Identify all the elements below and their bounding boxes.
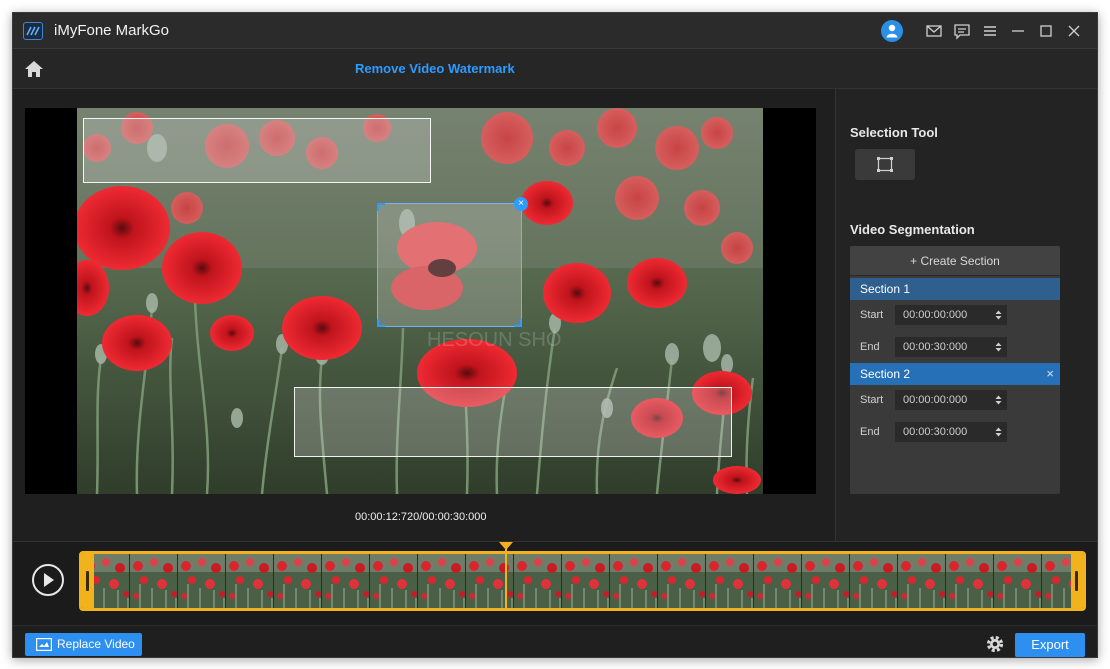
section-1-end-field[interactable]: 00:00:30:000 — [895, 337, 1007, 357]
playback-timecode: 00:00:12:720/00:00:30:000 — [355, 511, 487, 523]
create-section-button[interactable]: + Create Section — [850, 246, 1060, 276]
close-icon[interactable] — [1065, 22, 1083, 40]
video-frame-image[interactable]: HESOUN SHO × — [77, 108, 763, 494]
video-preview: HESOUN SHO × — [25, 108, 816, 494]
section-name: Section 1 — [860, 282, 911, 296]
start-label: Start — [860, 309, 884, 321]
bottom-bar: Replace Video Export — [13, 625, 1097, 657]
time-value: 00:00:30:000 — [903, 341, 968, 353]
section-2-start-field[interactable]: 00:00:00:000 — [895, 390, 1007, 410]
svg-text:HESOUN SHO: HESOUN SHO — [427, 329, 561, 351]
trim-end-handle[interactable] — [1071, 554, 1083, 608]
section-1-start-field[interactable]: 00:00:00:000 — [895, 305, 1007, 325]
video-thumbnail-strip[interactable] — [79, 551, 1086, 611]
resize-handle[interactable] — [377, 319, 385, 327]
title-bar: iMyFone MarkGo — [13, 13, 1097, 49]
plus-icon: + — [910, 254, 921, 268]
end-label: End — [860, 341, 880, 353]
account-avatar-icon[interactable] — [881, 20, 903, 42]
settings-panel: Selection Tool Video Segmentation + Crea… — [836, 89, 1097, 541]
playhead[interactable] — [505, 544, 507, 610]
video-segmentation-heading: Video Segmentation — [850, 222, 975, 237]
app-logo-icon — [23, 22, 43, 40]
play-icon — [44, 573, 54, 587]
minimize-icon[interactable] — [1009, 22, 1027, 40]
page-title: Remove Video Watermark — [355, 61, 515, 76]
feedback-icon[interactable] — [953, 22, 971, 40]
rectangle-selection-button[interactable] — [855, 149, 915, 180]
watermark-selection-box[interactable] — [83, 118, 431, 183]
time-value: 00:00:30:000 — [903, 426, 968, 438]
header-bar: Remove Video Watermark — [13, 49, 1097, 89]
resize-handle[interactable] — [514, 319, 522, 327]
resize-handle[interactable] — [377, 203, 385, 211]
create-section-label: Create Section — [920, 254, 1000, 268]
maximize-icon[interactable] — [1037, 22, 1055, 40]
trim-start-handle[interactable] — [82, 554, 94, 608]
section-2-end-field[interactable]: 00:00:30:000 — [895, 422, 1007, 442]
start-label: Start — [860, 394, 884, 406]
rectangle-select-icon — [877, 157, 893, 172]
end-label: End — [860, 426, 880, 438]
watermark-selection-box-active[interactable]: × — [377, 197, 528, 327]
home-icon[interactable] — [23, 58, 45, 80]
section-header-2[interactable]: Section 2 × — [850, 363, 1060, 385]
section-header-1[interactable]: Section 1 — [850, 278, 1060, 300]
app-title: iMyFone MarkGo — [54, 22, 170, 39]
replace-video-button[interactable]: Replace Video — [25, 633, 142, 656]
delete-section-icon[interactable]: × — [1046, 363, 1054, 385]
spinner-icon[interactable] — [995, 426, 1002, 438]
time-value: 00:00:00:000 — [903, 394, 968, 406]
replace-video-label: Replace Video — [57, 637, 135, 651]
settings-gear-icon[interactable] — [984, 633, 1006, 655]
export-button[interactable]: Export — [1015, 633, 1085, 657]
watermark-selection-box[interactable] — [294, 387, 732, 457]
mail-icon[interactable] — [925, 22, 943, 40]
time-value: 00:00:00:000 — [903, 309, 968, 321]
segmentation-list: + Create Section Section 1 Start 00:00:0… — [850, 246, 1060, 494]
timeline — [13, 541, 1097, 625]
selection-tool-heading: Selection Tool — [850, 125, 938, 140]
preview-area: HESOUN SHO × 00:00:12:720/00:00:30:000 — [13, 89, 835, 541]
play-button[interactable] — [32, 564, 64, 596]
thumbnail-frames — [82, 554, 1083, 608]
spinner-icon[interactable] — [995, 394, 1002, 406]
menu-icon[interactable] — [981, 22, 999, 40]
section-name: Section 2 — [860, 367, 911, 381]
spinner-icon[interactable] — [995, 341, 1002, 353]
app-window: iMyFone MarkGo Remove Video Watermark HE… — [12, 12, 1098, 658]
spinner-icon[interactable] — [995, 309, 1002, 321]
remove-selection-icon[interactable]: × — [514, 197, 528, 211]
replace-video-icon — [36, 638, 52, 651]
